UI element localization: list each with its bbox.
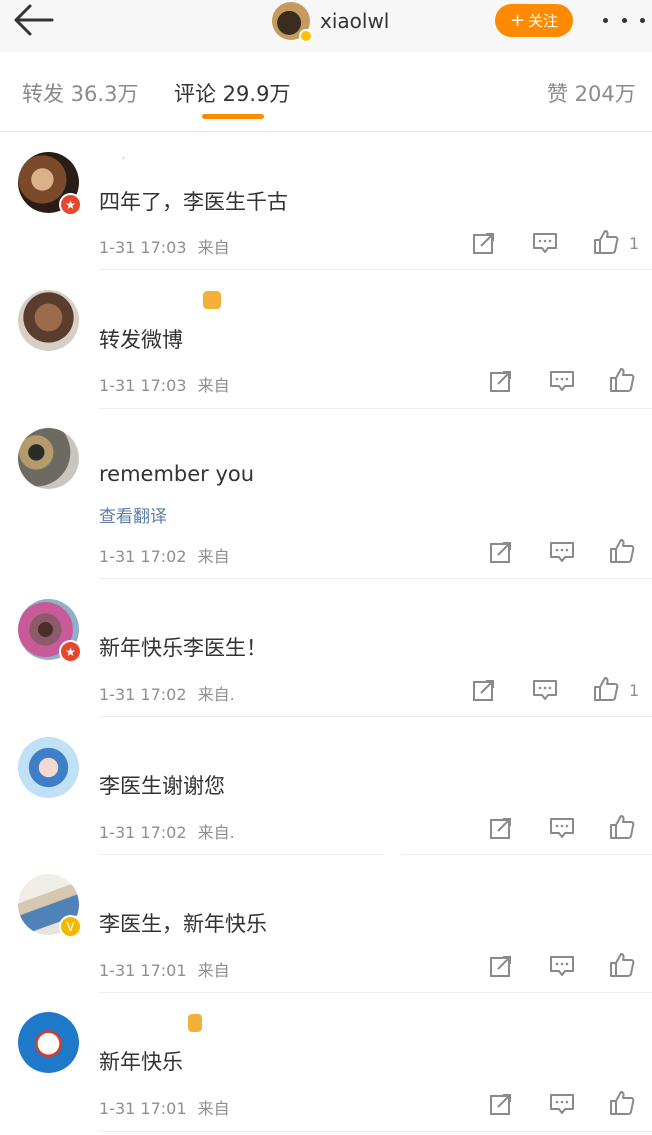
- comment-icon[interactable]: [549, 815, 575, 841]
- verified-badge-icon: V: [59, 915, 82, 938]
- share-icon[interactable]: [471, 230, 497, 256]
- divider: [99, 578, 652, 579]
- divider: [99, 408, 652, 409]
- back-button[interactable]: [12, 2, 56, 38]
- share-icon[interactable]: [488, 1091, 514, 1117]
- plus-icon: +: [509, 9, 526, 31]
- tab-reposts[interactable]: 转发 36.3万: [22, 78, 138, 108]
- comment-text: 李医生，新年快乐: [99, 912, 267, 936]
- member-badge-icon: ★: [59, 640, 82, 663]
- author-avatar[interactable]: [272, 2, 313, 43]
- comment-icon[interactable]: [532, 677, 558, 703]
- comment-source: 来自: [197, 1099, 230, 1118]
- share-icon[interactable]: [488, 368, 514, 394]
- more-dot-icon: [621, 17, 627, 23]
- comment-time: 1-31 17:03: [99, 238, 187, 257]
- share-icon[interactable]: [488, 815, 514, 841]
- top-bar: xiaolwl + 关注: [0, 0, 652, 52]
- comment-source: 来自: [197, 961, 230, 980]
- comment-source: 来自: [197, 238, 230, 257]
- divider: [99, 716, 652, 717]
- member-badge-icon: ★: [59, 193, 82, 216]
- more-dot-icon: [603, 17, 608, 23]
- comment-text: remember you: [99, 462, 255, 486]
- comment-meta: 1-31 17:02 来自.: [99, 819, 235, 843]
- comment-icon[interactable]: [532, 230, 558, 256]
- comment-meta: 1-31 17:02 来自.: [99, 681, 235, 705]
- author-info[interactable]: xiaolwl: [272, 0, 389, 43]
- comment-time: 1-31 17:01: [99, 1099, 187, 1118]
- more-button[interactable]: [603, 2, 645, 38]
- comment-text: 新年快乐: [99, 1050, 183, 1074]
- tabs-divider: [0, 131, 652, 132]
- comment-meta: 1-31 17:02 来自: [99, 543, 230, 567]
- avatar[interactable]: [18, 428, 79, 489]
- comment-text: 新年快乐李医生！: [99, 636, 267, 660]
- follow-button[interactable]: + 关注: [495, 4, 573, 37]
- verified-badge-icon: [299, 29, 313, 43]
- emoji-badge-icon: [188, 1014, 202, 1032]
- avatar[interactable]: [18, 737, 79, 798]
- comment-icon[interactable]: [549, 1091, 575, 1117]
- comment-text: 李医生谢谢您: [99, 774, 225, 798]
- arrow-left-icon: [14, 4, 54, 36]
- follow-label: 关注: [528, 12, 559, 30]
- translate-link[interactable]: 查看翻译: [99, 502, 167, 527]
- comment-source: 来自: [197, 547, 230, 566]
- avatar[interactable]: [18, 290, 79, 351]
- share-icon[interactable]: [471, 677, 497, 703]
- avatar[interactable]: ★: [18, 599, 82, 663]
- tab-bar: 转发 36.3万 评论 29.9万 赞 204万: [0, 52, 652, 132]
- tab-likes[interactable]: 赞 204万: [547, 78, 636, 108]
- avatar[interactable]: ★: [18, 152, 82, 216]
- divider: [402, 854, 652, 855]
- username-fragment: ˊ: [120, 156, 126, 170]
- comment-meta: 1-31 17:03 来自: [99, 372, 230, 396]
- divider: [99, 1131, 652, 1132]
- like-icon[interactable]: [609, 538, 635, 564]
- comment-meta: 1-31 17:03 来自: [99, 234, 230, 258]
- like-icon[interactable]: [609, 814, 635, 840]
- like-count: 1: [629, 234, 640, 253]
- comment-time: 1-31 17:03: [99, 376, 187, 395]
- comment-source: 来自.: [197, 685, 235, 704]
- comment-source: 来自: [197, 376, 230, 395]
- more-dot-icon: [640, 17, 645, 23]
- author-name[interactable]: xiaolwl: [320, 9, 389, 33]
- emoji-badge-icon: [203, 291, 221, 309]
- comment-time: 1-31 17:02: [99, 685, 187, 704]
- like-icon[interactable]: [609, 952, 635, 978]
- like-icon[interactable]: [609, 367, 635, 393]
- comment-time: 1-31 17:02: [99, 823, 187, 842]
- comment-time: 1-31 17:02: [99, 547, 187, 566]
- comment-meta: 1-31 17:01 来自: [99, 1095, 230, 1119]
- share-icon[interactable]: [488, 953, 514, 979]
- active-tab-indicator: [202, 114, 264, 119]
- like-icon[interactable]: [609, 1090, 635, 1116]
- divider: [99, 854, 384, 855]
- comment-meta: 1-31 17:01 来自: [99, 957, 230, 981]
- comment-icon[interactable]: [549, 953, 575, 979]
- comment-text: 四年了，李医生千古: [99, 190, 288, 214]
- avatar[interactable]: V: [18, 874, 82, 938]
- divider: [99, 992, 652, 993]
- like-count: 1: [629, 681, 640, 700]
- comment-icon[interactable]: [549, 539, 575, 565]
- comment-text: 转发微博: [99, 328, 183, 352]
- share-icon[interactable]: [488, 539, 514, 565]
- divider: [99, 269, 652, 270]
- tab-comments[interactable]: 评论 29.9万: [174, 78, 290, 108]
- comment-time: 1-31 17:01: [99, 961, 187, 980]
- comment-source: 来自.: [197, 823, 235, 842]
- comment-icon[interactable]: [549, 368, 575, 394]
- like-icon[interactable]: [593, 676, 619, 702]
- avatar[interactable]: [18, 1012, 79, 1073]
- like-icon[interactable]: [593, 229, 619, 255]
